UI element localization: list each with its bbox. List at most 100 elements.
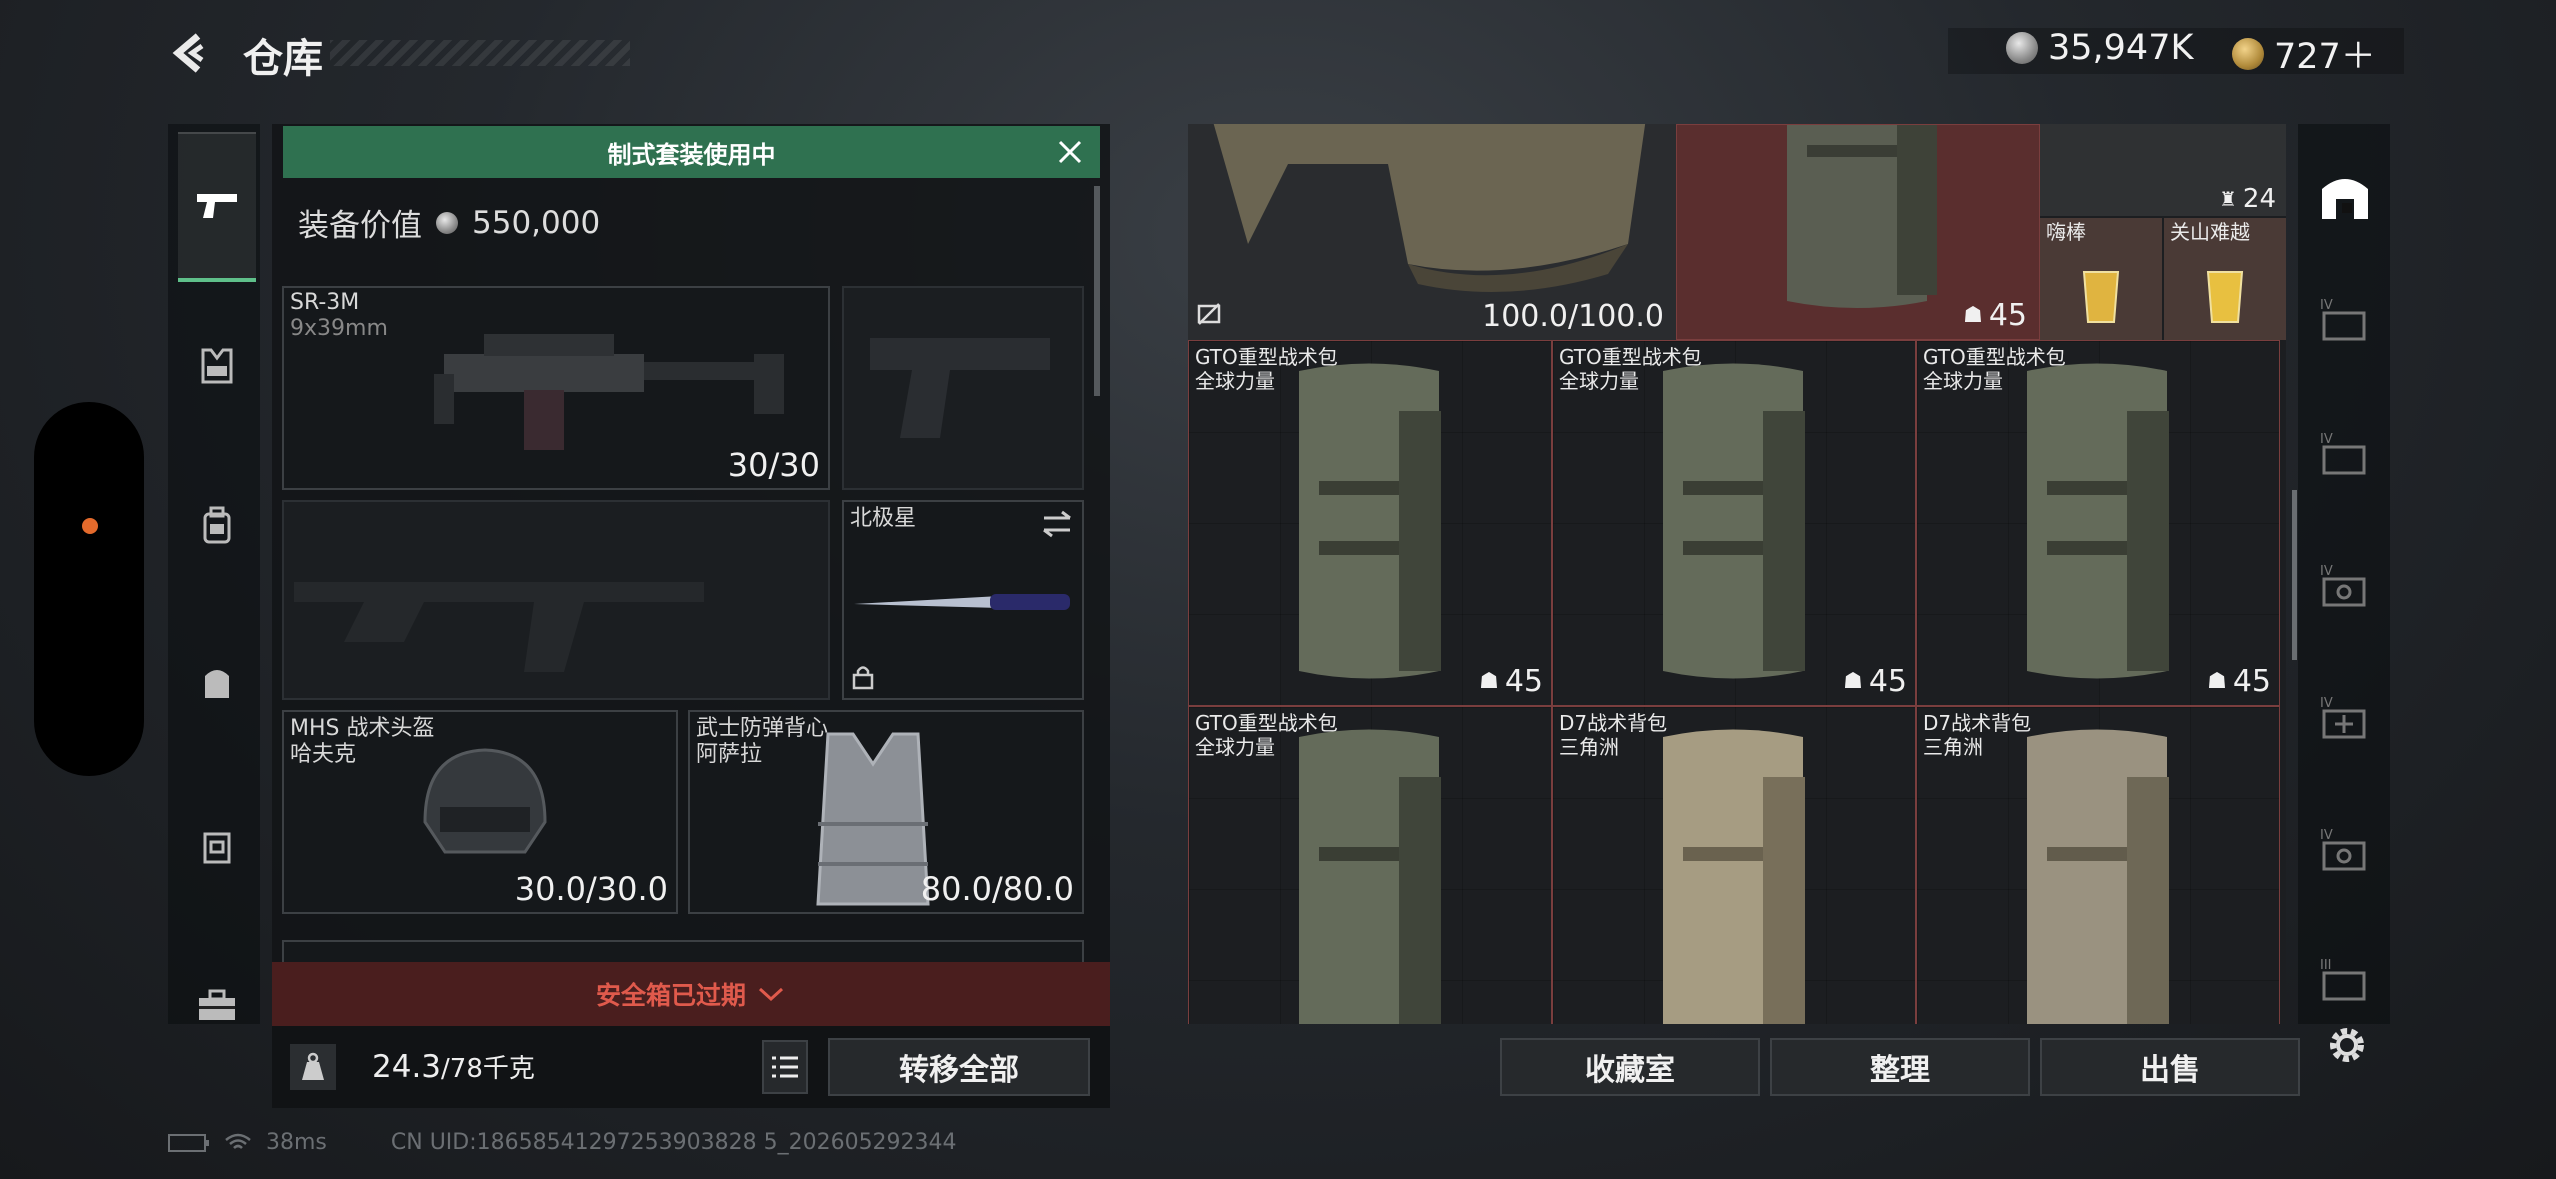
category-case[interactable] [178, 806, 256, 886]
page-title: 仓库 [243, 36, 323, 82]
backpack-image [1299, 729, 1441, 1024]
svg-text:IV: IV [2320, 564, 2333, 579]
armor-vest-item[interactable]: 100.0/100.0 [1188, 124, 1676, 340]
helmet-durability: 30.0/30.0 [514, 870, 668, 908]
storage-medical-box-icon: IV [2320, 696, 2366, 739]
weapon-name: SR-3M [290, 290, 360, 315]
gold-currency[interactable]: 727＋ [2232, 28, 2376, 79]
item-count-icon: ☗ [1843, 669, 1863, 694]
loadout-scrollbar[interactable] [1094, 186, 1100, 396]
item-count-value: 45 [1868, 664, 1907, 699]
svg-text:IV: IV [2320, 828, 2333, 843]
storage-item[interactable]: GTO重型战术包 全球力量 ☗ 45 [1552, 340, 1916, 706]
notification-dot [82, 518, 98, 534]
storage-item[interactable]: GTO重型战术包 全球力量 [1188, 706, 1552, 1024]
tab-storage-level-iv-3[interactable]: IV [2312, 552, 2378, 618]
stacked-item[interactable]: ♜ 24 [2040, 124, 2286, 216]
backpack-image [1663, 729, 1805, 1024]
item-brand: 全球力量 [1195, 735, 1275, 759]
melee-slot[interactable]: 北极星 [842, 500, 1084, 700]
gold-coin-icon [2232, 37, 2264, 70]
item-count: ☗ 45 [2207, 664, 2271, 699]
next-slot-partial[interactable] [282, 940, 1084, 962]
close-icon[interactable] [1052, 134, 1088, 170]
item-name: D7战术背包 [1559, 711, 1668, 735]
collection-room-button[interactable]: 收藏室 [1500, 1038, 1760, 1096]
helmet-slot[interactable]: MHS 战术头盔 哈夫克 30.0/30.0 [282, 710, 678, 914]
backpack-image [2027, 363, 2169, 679]
tab-storage-level-iv-1[interactable]: IV [2312, 286, 2378, 352]
armor-vest-image [816, 732, 930, 906]
svg-text:IV: IV [2320, 432, 2333, 447]
category-pouch[interactable] [178, 642, 256, 722]
silver-currency[interactable]: 35,947K [2006, 28, 2193, 68]
storage-item[interactable]: GTO重型战术包 全球力量 ☗ 45 [1188, 340, 1552, 706]
transfer-all-button[interactable]: 转移全部 [828, 1038, 1090, 1096]
item-count-icon: ☗ [1479, 669, 1499, 694]
armor-slot[interactable]: 武士防弹背心 阿萨拉 80.0/80.0 [688, 710, 1084, 914]
category-backpack[interactable] [178, 486, 256, 566]
chevron-down-icon [758, 987, 784, 1002]
backpack-count-value: 45 [1988, 298, 2027, 333]
storage-box-icon: IV [2320, 298, 2366, 341]
organize-button[interactable]: 整理 [1770, 1038, 2030, 1096]
pouch-icon [205, 670, 229, 698]
storage-gear-box-icon: IV [2320, 828, 2366, 871]
secondary-weapon-slot-empty[interactable] [282, 500, 830, 700]
knife-image [854, 594, 1070, 610]
settings-button[interactable] [2322, 1020, 2372, 1070]
wifi-icon [225, 1133, 251, 1149]
tab-storage-level-iv-5[interactable]: IV [2312, 816, 2378, 882]
storage-box-icon: III [2320, 958, 2366, 1001]
drink-item-2[interactable]: 关山难越 [2164, 218, 2286, 340]
battery-icon [168, 1133, 209, 1152]
tab-storage-level-iv-4[interactable]: IV [2312, 684, 2378, 750]
svg-text:IV: IV [2320, 696, 2333, 711]
drink-2-name: 关山难越 [2170, 220, 2250, 244]
drink-1-name: 嗨棒 [2046, 220, 2086, 244]
melee-name: 北极星 [850, 506, 917, 531]
chest-rig-icon [201, 348, 233, 384]
silver-amount: 35,947K [2048, 28, 2194, 68]
weight-max: /78千克 [441, 1054, 535, 1084]
drink-glass-icon [2206, 271, 2244, 323]
safe-box-status: 安全箱已过期 [595, 981, 746, 1010]
tab-all-storage[interactable] [2312, 164, 2378, 230]
pistol-icon [197, 194, 237, 218]
ping-value: 38ms [266, 1130, 327, 1155]
list-view-button[interactable] [762, 1040, 808, 1094]
back-arrow-icon[interactable] [168, 30, 214, 76]
category-briefcase[interactable] [178, 966, 256, 1046]
carry-weight: 24.3/78千克 [372, 1048, 535, 1085]
drink-item-1[interactable]: 嗨棒 [2040, 218, 2162, 340]
item-brand: 全球力量 [1923, 369, 2003, 393]
armor-brand: 阿萨拉 [696, 742, 763, 767]
storage-item[interactable]: D7战术背包 三角洲 [1552, 706, 1916, 1024]
vest-image [1213, 124, 1646, 292]
primary-weapon-slot[interactable]: SR-3M 9x39mm 30/30 [282, 286, 830, 490]
backpack-image [1787, 125, 1937, 308]
tab-storage-level-iii[interactable]: III [2312, 946, 2378, 1012]
backpack-item-top[interactable]: ☗ 45 [1676, 124, 2040, 340]
category-weapons[interactable] [178, 132, 256, 282]
swap-icon[interactable] [1040, 510, 1074, 538]
sell-button[interactable]: 出售 [2040, 1038, 2300, 1096]
safe-box-expired-bar[interactable]: 安全箱已过期 [272, 962, 1110, 1026]
storage-item[interactable]: GTO重型战术包 全球力量 ☗ 45 [1916, 340, 2280, 706]
gear-icon [2330, 1028, 2364, 1062]
briefcase-icon [199, 989, 235, 1020]
rifle-placeholder-icon [294, 582, 704, 672]
tab-storage-level-iv-2[interactable]: IV [2312, 420, 2378, 486]
storage-item[interactable]: D7战术背包 三角洲 [1916, 706, 2280, 1024]
case-icon [203, 832, 231, 864]
floating-side-panel[interactable] [34, 402, 144, 776]
storage-scrollbar[interactable] [2292, 490, 2297, 660]
category-chest-rig[interactable] [178, 326, 256, 406]
pistol-slot-empty[interactable] [842, 286, 1084, 490]
ammo-count: 30/30 [727, 446, 820, 484]
user-uid: CN UID:18658541297253903828 5_2026052923… [390, 1130, 957, 1155]
silver-coin-icon [2006, 32, 2038, 64]
equipment-value: 装备价值 550,000 [298, 200, 600, 245]
backpack-icon [203, 506, 231, 544]
storage-grid: 100.0/100.0 ☗ 45 ♜ 24 嗨棒 关山难越 GTO重型战术包 全球力… [1188, 124, 2286, 1024]
